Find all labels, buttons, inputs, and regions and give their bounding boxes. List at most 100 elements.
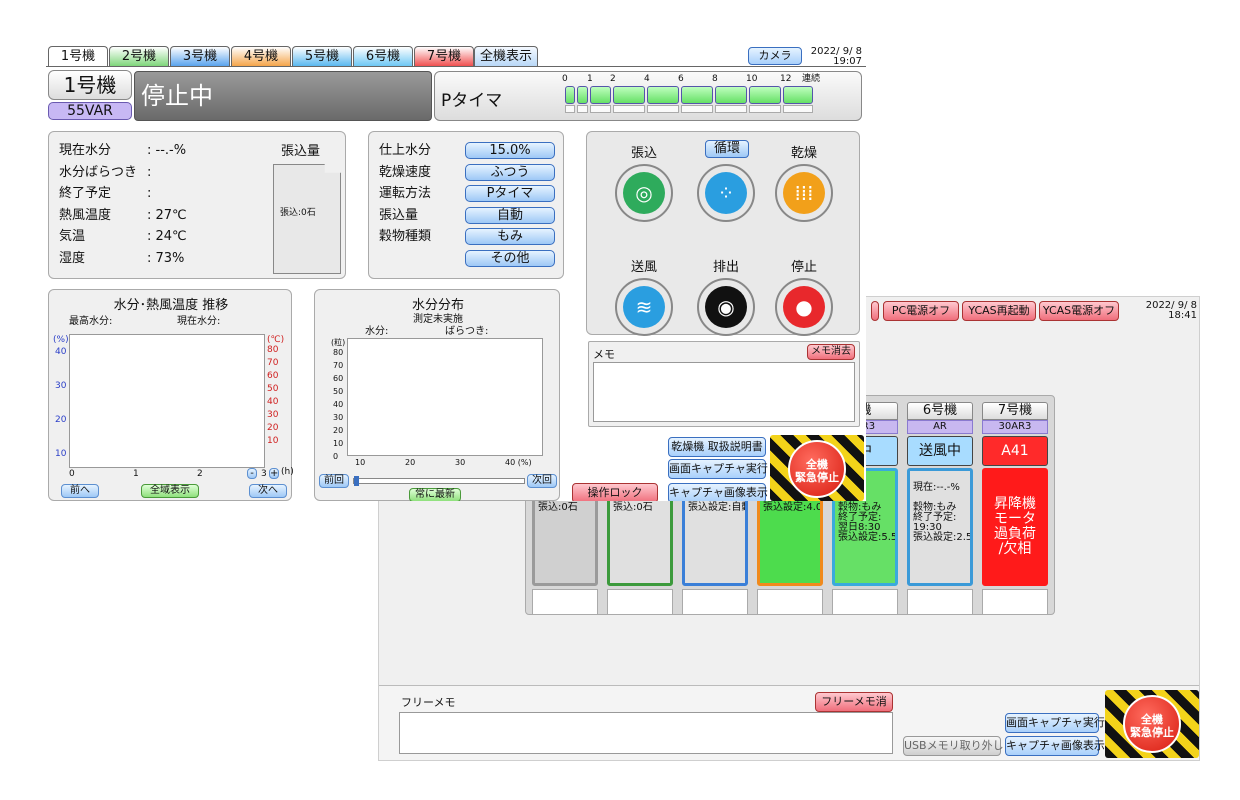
ptimer-segment[interactable] [715,86,747,104]
op-label: 張込 [630,146,657,161]
op-button-discharge[interactable]: ◉ [697,278,755,336]
distribution-y-tick: 70 [333,361,344,370]
ptimer-segment-indicator [613,105,645,113]
back-footer: フリーメモ フリーメモ消去 画面キャプチャ実行 USBメモリ取り外し キャプチャ… [379,685,1199,760]
ptimer-segment[interactable] [681,86,713,104]
tab-machine-7[interactable]: 7号機 [414,46,474,66]
machine-memo[interactable] [757,589,823,615]
machine-memo[interactable] [532,589,598,615]
free-memo-clear-button[interactable]: フリーメモ消去 [815,692,893,726]
ptimer-tick-label: 2 [610,74,616,84]
distribution-y-tick: 10 [333,439,344,448]
ptimer-segment[interactable] [613,86,645,104]
machine-name-badge: 1号機 [48,70,132,100]
capture-run-button[interactable]: 画面キャプチャ実行 [668,459,768,479]
capture-show-button[interactable]: キャプチャ画像表示 [668,483,768,501]
ycas-power-off-button[interactable]: YCAS電源オフ [1039,301,1119,321]
setting-label: 運転方法 [379,186,432,201]
machine-column-6[interactable]: 6号機 AR 送風中 現在:--.-% 穀物:もみ 終了予定: 19:30 張込設定:2.5 [905,402,975,615]
distribution-y-tick: 80 [333,348,344,357]
operation-lock-button[interactable]: 操作ロック [572,483,658,501]
back-capture-run-button[interactable]: 画面キャプチャ実行 [1005,713,1105,733]
info-label: 終了予定 [59,186,112,201]
trend-zoom-minus-button[interactable]: - [247,468,257,479]
memo-clear-button[interactable]: メモ消去 [807,344,855,360]
setting-value-button[interactable]: 15.0% [465,142,555,159]
manual-button[interactable]: 乾燥機 取扱説明書 [668,437,766,457]
machine-detail-line: /欠相 [998,541,1032,557]
tab-machine-4[interactable]: 4号機 [231,46,291,66]
emergency-stop-button[interactable]: 全機 緊急停止 [770,435,864,501]
trend-right-unit: (℃) [267,335,285,345]
trend-x-tick: 3 [261,469,267,479]
op-button-load[interactable]: ◎ [615,164,673,222]
tab-machine-3[interactable]: 3号機 [170,46,230,66]
trend-right-tick: 30 [267,410,279,420]
status-info-panel: 現在水分: --.-% 水分ばらつき: 終了予定: 熱風温度: 27℃ 気温: 24℃ 湿… [48,131,346,279]
trend-all-range-button[interactable]: 全域表示 [141,484,199,498]
distribution-slider-handle[interactable] [354,476,359,486]
distribution-latest-button[interactable]: 常に最新 [409,488,461,501]
setting-label: 乾燥速度 [379,164,432,180]
op-button-circulate[interactable]: ⁘ [697,164,755,222]
trend-next-button[interactable]: 次へ [249,484,287,498]
operation-buttons: ◎ 張込 ⁘ 循環 ⁞⁞⁞ 乾燥 ≋ 送風 ◉ 排出 ● 停止 [587,132,861,336]
distribution-plot-area [347,338,543,456]
setting-value-button[interactable]: Pタイマ [465,185,555,202]
trend-prev-button[interactable]: 前へ [61,484,99,498]
machine-memo[interactable] [607,589,673,615]
pc-power-off-button[interactable]: PC電源オフ [883,301,959,321]
setting-value-button[interactable]: ふつう [465,163,555,181]
machine-memo[interactable] [907,589,973,615]
load-amount-value: 張込:0石 [280,208,316,218]
tab-machine-5[interactable]: 5号機 [292,46,352,66]
op-button-dry[interactable]: ⁞⁞⁞ [775,164,833,222]
op-button-stop[interactable]: ● [775,278,833,336]
current-moisture-label: 現在水分: [177,316,221,327]
machine-column-7[interactable]: 7号機 30AR3 A41 昇降機 モータ 過負荷/欠相 [980,402,1050,615]
back-time: 18:41 [1168,310,1197,321]
ycas-restart-button[interactable]: YCAS再起動 [962,301,1036,321]
ptimer-segment[interactable] [783,86,813,104]
distribution-prev-button[interactable]: 前回 [319,474,349,488]
ptimer-segment[interactable] [647,86,679,104]
ptimer-segment[interactable] [590,86,611,104]
trend-x-tick: 1 [133,469,139,479]
setting-value-button[interactable]: 自動 [465,206,555,224]
info-value: : 27℃ [147,207,187,223]
tab-all-machines[interactable]: 全機表示 [474,46,538,66]
back-emergency-stop-button[interactable]: 全機 緊急停止 [1105,690,1199,758]
machine-memo[interactable] [832,589,898,615]
free-memo-field[interactable] [399,712,893,754]
ptimer-segment[interactable] [749,86,781,104]
machine-detail-line: 張込:0石 [538,502,578,513]
trend-left-tick: 20 [55,415,67,425]
distribution-x-tick: 30 [455,458,466,467]
distribution-slider[interactable] [353,476,525,486]
machine-memo[interactable] [982,589,1048,615]
tab-machine-6[interactable]: 6号機 [353,46,413,66]
ptimer-tick-label: 4 [644,74,650,84]
other-settings-button[interactable]: その他 [465,250,555,267]
settings-panel: 仕上水分 15.0% 乾燥速度 ふつう 運転方法 Pタイマ 張込量 自動 穀物種類 もみ その他 [368,131,564,279]
usb-remove-button[interactable]: USBメモリ取り外し [903,736,1004,756]
camera-button[interactable]: カメラ [748,47,802,65]
load-amount-tank: 張込:0石 [273,164,341,274]
memo-field[interactable] [593,362,855,422]
tab-machine-2[interactable]: 2号機 [109,46,169,66]
ptimer-segment[interactable] [577,86,588,104]
max-moisture-label: 最高水分: [69,316,113,327]
distribution-next-button[interactable]: 次回 [527,474,557,488]
tab-machine-1[interactable]: 1号機 [48,46,108,66]
machine-tabs: 1号機 2号機 3号機 4号機 5号機 6号機 7号機 [46,45,866,67]
distribution-y-tick: 40 [333,400,344,409]
back-capture-show-button[interactable]: キャプチャ画像表示 [1005,736,1105,756]
top-button-partial[interactable] [871,301,879,321]
ptimer-segment[interactable] [565,86,575,104]
machine-memo[interactable] [682,589,748,615]
trend-zoom-plus-button[interactable]: + [269,468,279,479]
setting-value-button[interactable]: もみ [465,228,555,245]
memo-label: メモ [593,348,615,361]
trend-left-tick: 10 [55,449,67,459]
op-button-ventilate[interactable]: ≋ [615,278,673,336]
